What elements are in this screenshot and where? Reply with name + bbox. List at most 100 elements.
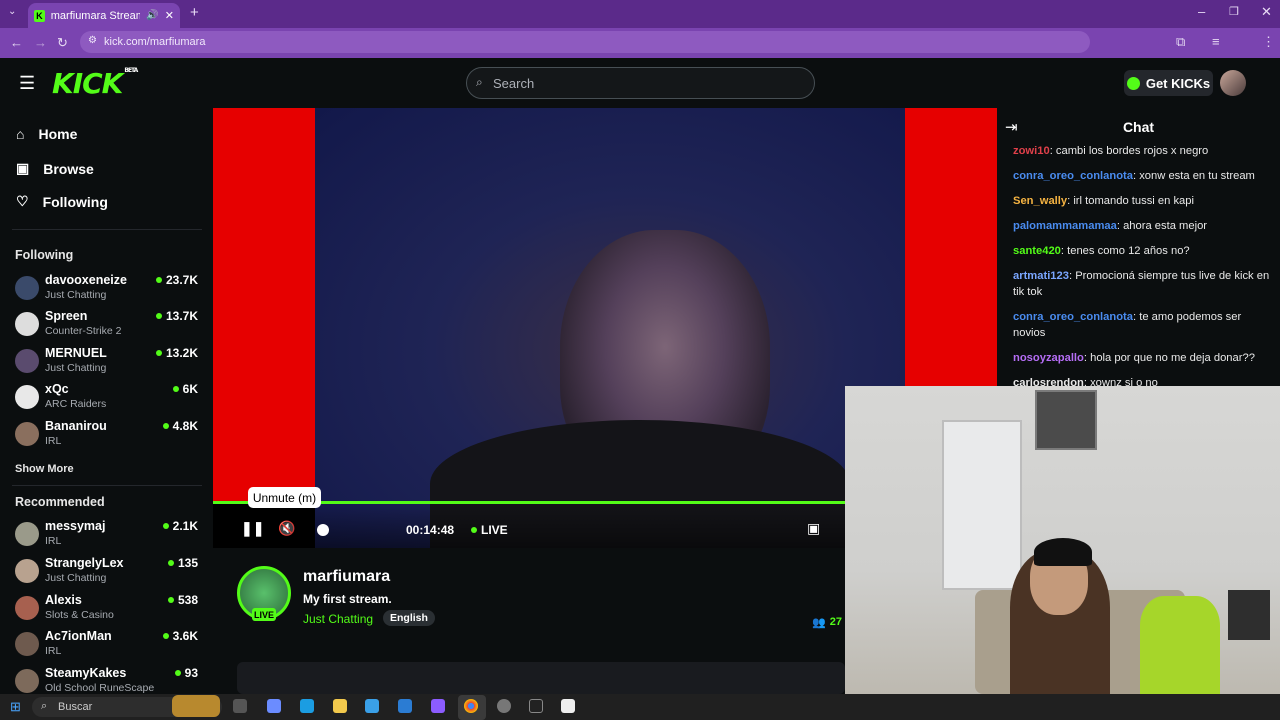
viewer-count-value: 13.7K — [165, 309, 198, 323]
show-more-link[interactable]: Show More — [15, 463, 74, 475]
chat-username[interactable]: zowi10 — [1013, 145, 1050, 157]
divider — [12, 229, 202, 230]
edge-icon[interactable] — [300, 699, 314, 713]
kick-logo[interactable]: KICK BETA — [52, 67, 138, 100]
pause-icon[interactable]: ❚❚ — [241, 520, 264, 537]
chat-username[interactable]: conra_oreo_conlanota — [1013, 311, 1133, 323]
recommended-channel[interactable]: StrangelyLex Just Chatting 135 — [15, 556, 200, 590]
recommended-channel[interactable]: Alexis Slots & Casino 538 — [15, 593, 200, 627]
chat-text: : xownz si o no — [1083, 377, 1158, 386]
recommended-channel[interactable]: messymaj IRL 2.1K — [15, 519, 200, 553]
discord-icon[interactable] — [431, 699, 445, 713]
viewer-count: 23.7K — [155, 273, 198, 287]
nav-following[interactable]: ♡ Following — [16, 193, 108, 210]
webcam-poster — [1228, 590, 1270, 640]
close-tab-icon[interactable]: ✕ — [165, 9, 174, 22]
kicks-coin-icon — [1126, 76, 1140, 90]
beta-badge: BETA — [124, 67, 138, 74]
channel-name: Alexis — [45, 593, 82, 607]
following-channel[interactable]: Bananirou IRL 4.8K — [15, 419, 200, 453]
store-icon[interactable] — [365, 699, 379, 713]
terminal-icon[interactable] — [529, 699, 543, 713]
back-icon[interactable]: ← — [10, 35, 23, 50]
nav-browse[interactable]: ▣ Browse — [16, 160, 94, 177]
language-tag[interactable]: English — [383, 610, 435, 626]
media-control-icon[interactable]: ≡ — [1212, 34, 1220, 49]
viewer-count-value: 93 — [184, 666, 198, 680]
chrome-icon[interactable] — [464, 699, 478, 713]
chat-text: : tenes como 12 años no? — [1060, 245, 1190, 257]
chat-username[interactable]: sante420 — [1013, 245, 1061, 257]
menu-kebab-icon[interactable]: ⋮ — [1262, 34, 1275, 50]
live-dot-icon — [162, 633, 169, 639]
forward-icon[interactable]: → — [34, 35, 47, 50]
site-info-icon[interactable]: ⚙ — [88, 35, 97, 46]
speaker-icon[interactable]: 🔊 — [146, 10, 158, 21]
kick-favicon-icon: K — [34, 9, 45, 22]
chat-username[interactable]: Sen_wally — [1013, 195, 1067, 207]
windows-start-icon[interactable]: ⊞ — [10, 699, 21, 715]
reload-icon[interactable]: ↻ — [57, 35, 68, 51]
channel-name[interactable]: marfiumara — [303, 568, 390, 586]
channel-category: IRL — [45, 435, 62, 447]
close-window-icon[interactable]: ✕ — [1261, 4, 1272, 20]
channel-avatar — [15, 276, 39, 300]
live-dot-icon — [172, 386, 179, 392]
hamburger-menu-icon[interactable]: ☰ — [19, 73, 35, 94]
obs-icon[interactable] — [497, 699, 511, 713]
restore-icon[interactable]: ❐ — [1229, 5, 1239, 18]
taskbar-search[interactable]: ⌕ Buscar — [32, 695, 222, 717]
chat-username[interactable]: artmati123 — [1013, 270, 1069, 282]
channel-name: SteamyKakes — [45, 666, 127, 680]
category-link[interactable]: Just Chatting — [303, 612, 373, 626]
chat-message: conra_oreo_conlanota: xonw esta en tu st… — [1013, 168, 1275, 184]
channel-avatar — [15, 385, 39, 409]
chat-username[interactable]: palomammamamaa — [1013, 220, 1117, 232]
viewer-count-value: 2.1K — [172, 519, 198, 533]
picture-in-picture-icon[interactable]: ▣ — [807, 520, 820, 537]
get-kicks-label: Get KICKs — [1145, 75, 1211, 91]
red-border-left — [213, 108, 315, 502]
url-input[interactable]: ⚙ kick.com/marfiumara — [80, 31, 1090, 53]
channel-name: davooxeneize — [45, 273, 127, 287]
following-channel[interactable]: Spreen Counter-Strike 2 13.7K — [15, 309, 200, 343]
new-tab-icon[interactable]: + — [190, 4, 199, 21]
recommended-channel[interactable]: Ac7ionMan IRL 3.6K — [15, 629, 200, 663]
divider — [12, 485, 202, 486]
channel-name: Bananirou — [45, 419, 107, 433]
tab-list-icon[interactable]: ⌄ — [8, 6, 16, 17]
channel-name: xQc — [45, 382, 69, 396]
live-dot-icon — [174, 670, 181, 676]
muted-speaker-icon[interactable]: 🔇 — [278, 520, 295, 537]
volume-slider-knob[interactable] — [317, 524, 329, 536]
search-input[interactable]: ⌕ Search — [466, 67, 815, 99]
following-channel[interactable]: xQc ARC Raiders 6K — [15, 382, 200, 416]
nav-home-label: Home — [38, 126, 78, 142]
get-kicks-button[interactable]: Get KICKs — [1124, 70, 1213, 96]
player-controls: ❚❚ 🔇 00:14:48 LIVE ▣ — [213, 504, 845, 548]
file-explorer-icon[interactable] — [333, 699, 347, 713]
search-icon: ⌕ — [476, 75, 483, 89]
copilot-icon[interactable] — [267, 699, 281, 713]
nav-home[interactable]: ⌂ Home — [16, 126, 77, 142]
live-dot-icon — [167, 597, 174, 603]
chat-username[interactable]: carlosrendon — [1013, 377, 1084, 386]
channel-category: Old School RuneScape — [45, 682, 155, 694]
minimize-icon[interactable]: – — [1198, 4, 1205, 19]
user-avatar[interactable] — [1220, 70, 1246, 96]
chat-text: : ahora esta mejor — [1116, 220, 1208, 232]
webcam-green-jacket — [1140, 596, 1220, 694]
following-channel[interactable]: MERNUEL Just Chatting 13.2K — [15, 346, 200, 380]
chat-username[interactable]: conra_oreo_conlanota — [1013, 170, 1133, 182]
nav-following-label: Following — [42, 193, 108, 210]
extensions-puzzle-icon[interactable]: ⧉ — [1176, 34, 1185, 50]
viewer-count: 13.7K — [155, 309, 198, 323]
chat-message: nosoyzapallo: hola por que no me deja do… — [1013, 350, 1275, 366]
chat-message: sante420: tenes como 12 años no? — [1013, 243, 1275, 259]
chat-username[interactable]: nosoyzapallo — [1013, 352, 1084, 364]
mail-icon[interactable] — [398, 699, 412, 713]
app-icon[interactable] — [561, 699, 575, 713]
browser-tab[interactable]: K marfiumara Stream - Watch 🔊 ✕ — [28, 3, 180, 28]
task-view-icon[interactable] — [233, 699, 247, 713]
following-channel[interactable]: davooxeneize Just Chatting 23.7K — [15, 273, 200, 307]
